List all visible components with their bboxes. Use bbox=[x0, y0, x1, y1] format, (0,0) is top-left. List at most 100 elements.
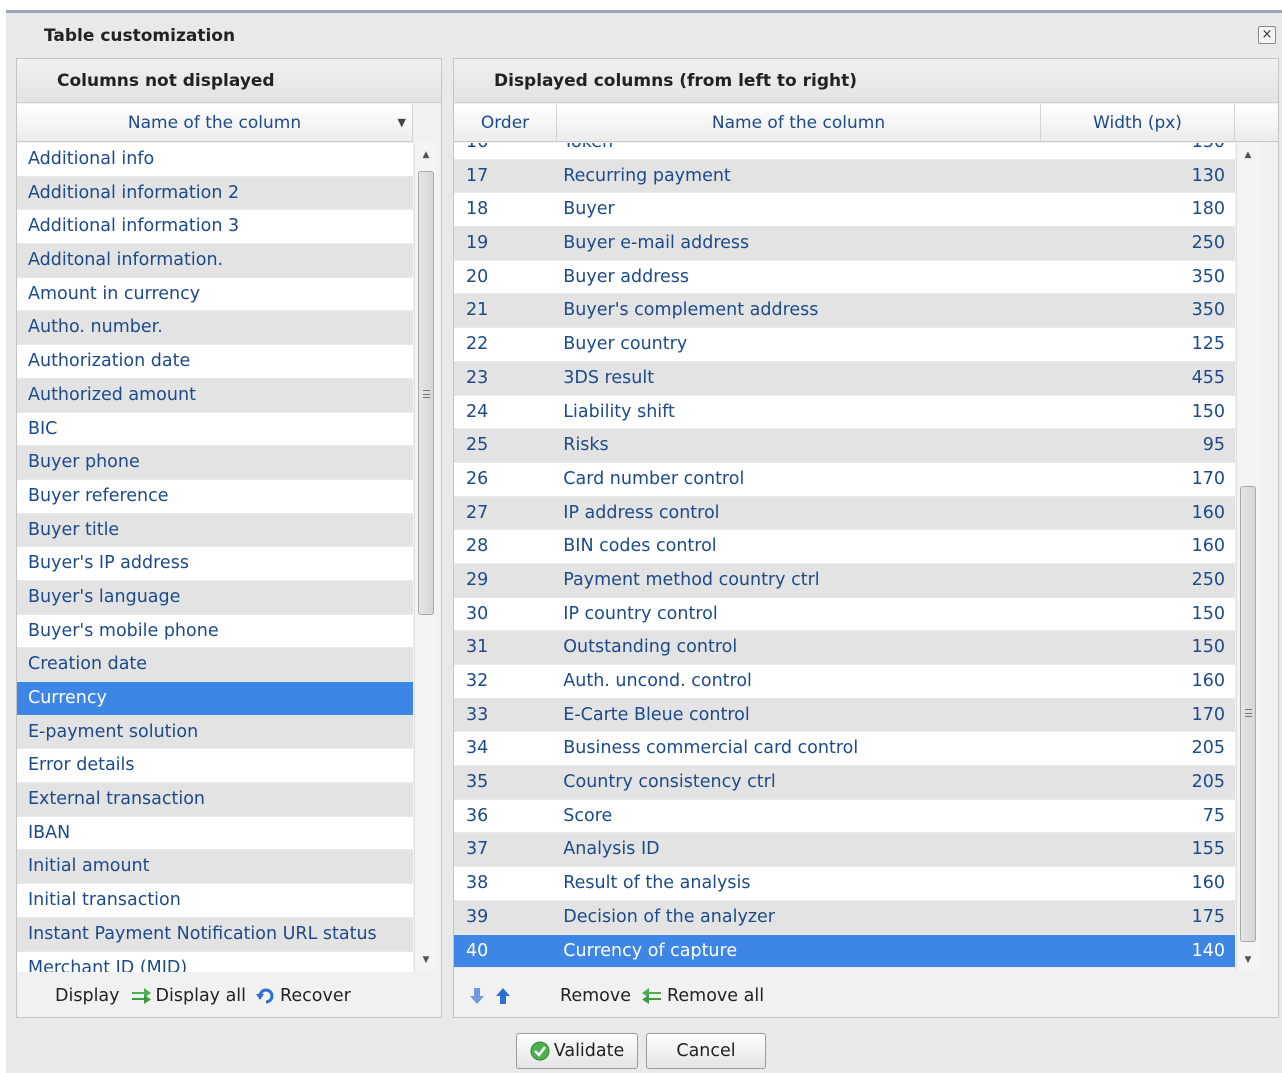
list-item[interactable]: BIC bbox=[17, 412, 413, 447]
list-item[interactable]: External transaction bbox=[17, 783, 413, 817]
table-row[interactable]: 40 Currency of capture 140 bbox=[454, 934, 1235, 969]
table-row[interactable]: 17 Recurring payment 130 bbox=[454, 159, 1235, 194]
list-item[interactable]: Additonal information. bbox=[17, 244, 413, 278]
recover-button[interactable]: Recover bbox=[256, 986, 351, 1006]
dialog-title: Table customization bbox=[44, 26, 236, 46]
cell-order: 21 bbox=[466, 300, 489, 321]
cancel-label: Cancel bbox=[676, 1041, 736, 1061]
scroll-down-icon[interactable]: ▼ bbox=[1237, 951, 1259, 969]
right-scrollbar[interactable]: ▲ ▼ bbox=[1236, 143, 1260, 972]
cell-order: 40 bbox=[466, 940, 489, 961]
cell-width: 150 bbox=[1191, 401, 1225, 422]
cell-width: 170 bbox=[1191, 704, 1225, 725]
table-row[interactable]: 37 Analysis ID 155 bbox=[454, 833, 1235, 868]
table-row[interactable]: 35 Country consistency ctrl 205 bbox=[454, 766, 1235, 800]
table-row[interactable]: 25 Risks 95 bbox=[454, 429, 1235, 463]
scroll-up-icon[interactable]: ▲ bbox=[415, 146, 437, 164]
list-item[interactable]: Buyer's language bbox=[17, 580, 413, 615]
table-row[interactable]: 24 Liability shift 150 bbox=[454, 395, 1235, 430]
display-label: Display bbox=[55, 985, 120, 1006]
name-column-header[interactable]: Name of the column bbox=[557, 104, 1041, 142]
close-icon[interactable]: × bbox=[1258, 26, 1276, 44]
list-item[interactable]: Buyer title bbox=[17, 513, 413, 548]
width-column-header[interactable]: Width (px) bbox=[1041, 104, 1235, 142]
list-item[interactable]: Authorization date bbox=[17, 345, 413, 379]
move-down-icon[interactable] bbox=[468, 987, 486, 1005]
cancel-button[interactable]: Cancel bbox=[646, 1033, 766, 1069]
remove-button[interactable]: Remove bbox=[560, 986, 631, 1006]
list-item[interactable]: Authorized amount bbox=[17, 378, 413, 413]
cell-order: 16 bbox=[454, 143, 556, 159]
list-item[interactable]: Initial transaction bbox=[17, 884, 413, 918]
list-item[interactable]: Currency bbox=[17, 682, 413, 716]
table-row[interactable]: 38 Result of the analysis 160 bbox=[454, 867, 1235, 901]
cell-order: 31 bbox=[466, 637, 489, 658]
display-all-label: Display all bbox=[155, 985, 247, 1006]
list-item[interactable]: Merchant ID (MID) bbox=[17, 951, 413, 972]
table-row[interactable]: 29 Payment method country ctrl 250 bbox=[454, 563, 1235, 598]
right-scroll-thumb[interactable] bbox=[1240, 486, 1256, 942]
remove-label: Remove bbox=[560, 985, 632, 1006]
scroll-up-icon[interactable]: ▲ bbox=[1237, 146, 1259, 164]
cell-name: BIN codes control bbox=[563, 536, 717, 557]
table-row[interactable]: 31 Outstanding control 150 bbox=[454, 631, 1235, 665]
left-footer: Display Display all Recover bbox=[17, 974, 441, 1017]
chevron-down-icon[interactable]: ▼ bbox=[398, 104, 406, 142]
move-up-icon[interactable] bbox=[494, 987, 512, 1005]
list-item[interactable]: Additional info bbox=[17, 143, 413, 177]
list-item[interactable]: Buyer phone bbox=[17, 446, 413, 480]
table-row[interactable]: 33 E-Carte Bleue control 170 bbox=[454, 698, 1235, 733]
cell-name: Currency of capture bbox=[563, 940, 738, 961]
display-button[interactable]: Display bbox=[55, 986, 120, 1006]
table-row[interactable]: 36 Score 75 bbox=[454, 799, 1235, 834]
cell-order: 26 bbox=[466, 468, 489, 489]
list-item[interactable]: Initial amount bbox=[17, 850, 413, 885]
left-column-header[interactable]: Name of the column ▼ bbox=[17, 104, 413, 142]
table-row[interactable]: 26 Card number control 170 bbox=[454, 462, 1235, 497]
cell-width: 205 bbox=[1191, 738, 1225, 759]
left-column-header-label: Name of the column bbox=[127, 113, 302, 133]
checkmark-icon bbox=[530, 1041, 550, 1061]
table-customization-dialog: Table customization × Columns not displa… bbox=[6, 10, 1282, 1073]
table-row[interactable]: 32 Auth. uncond. control 160 bbox=[454, 665, 1235, 699]
list-item[interactable]: IBAN bbox=[17, 816, 413, 851]
left-scrollbar[interactable]: ▲ ▼ bbox=[414, 143, 436, 972]
table-row[interactable]: 16Token130 bbox=[454, 143, 1235, 160]
table-row[interactable]: 20 Buyer address 350 bbox=[454, 260, 1235, 295]
list-item[interactable]: Additional information 2 bbox=[17, 176, 413, 211]
order-column-header[interactable]: Order bbox=[454, 104, 557, 142]
validate-button[interactable]: Validate bbox=[516, 1033, 638, 1069]
left-scroll-thumb[interactable] bbox=[418, 171, 434, 615]
cell-name: Business commercial card control bbox=[563, 738, 859, 759]
list-item[interactable]: E-payment solution bbox=[17, 715, 413, 750]
list-item[interactable]: Buyer's mobile phone bbox=[17, 614, 413, 649]
table-row[interactable]: 21 Buyer's complement address 350 bbox=[454, 294, 1235, 329]
list-item[interactable]: Error details bbox=[17, 749, 413, 784]
cell-width: 180 bbox=[1191, 199, 1225, 220]
cell-width: 150 bbox=[1191, 637, 1225, 658]
grip-icon bbox=[1245, 709, 1252, 717]
cell-order: 39 bbox=[466, 906, 489, 927]
list-item[interactable]: Additional information 3 bbox=[17, 210, 413, 245]
table-row[interactable]: 23 3DS result 455 bbox=[454, 361, 1235, 396]
list-item[interactable]: Instant Payment Notification URL status bbox=[17, 917, 413, 952]
list-item[interactable]: Creation date bbox=[17, 648, 413, 682]
table-row[interactable]: 18 Buyer 180 bbox=[454, 193, 1235, 228]
list-item[interactable]: Amount in currency bbox=[17, 277, 413, 312]
list-item[interactable]: Buyer's IP address bbox=[17, 547, 413, 581]
table-row[interactable]: 34 Business commercial card control 205 bbox=[454, 732, 1235, 767]
table-row[interactable]: 19 Buyer e-mail address 250 bbox=[454, 227, 1235, 261]
table-row[interactable]: 30 IP country control 150 bbox=[454, 597, 1235, 632]
remove-all-button[interactable]: Remove all bbox=[641, 986, 764, 1006]
cell-width: 130 bbox=[1126, 143, 1235, 159]
scroll-down-icon[interactable]: ▼ bbox=[415, 951, 437, 969]
table-row[interactable]: 22 Buyer country 125 bbox=[454, 328, 1235, 362]
cell-width: 170 bbox=[1191, 468, 1225, 489]
list-item[interactable]: Buyer reference bbox=[17, 479, 413, 514]
list-item[interactable]: Autho. number. bbox=[17, 311, 413, 346]
cell-name: Score bbox=[563, 805, 613, 826]
table-row[interactable]: 39 Decision of the analyzer 175 bbox=[454, 900, 1235, 935]
table-row[interactable]: 27 IP address control 160 bbox=[454, 496, 1235, 531]
table-row[interactable]: 28 BIN codes control 160 bbox=[454, 530, 1235, 564]
display-all-button[interactable]: Display all bbox=[130, 985, 247, 1006]
